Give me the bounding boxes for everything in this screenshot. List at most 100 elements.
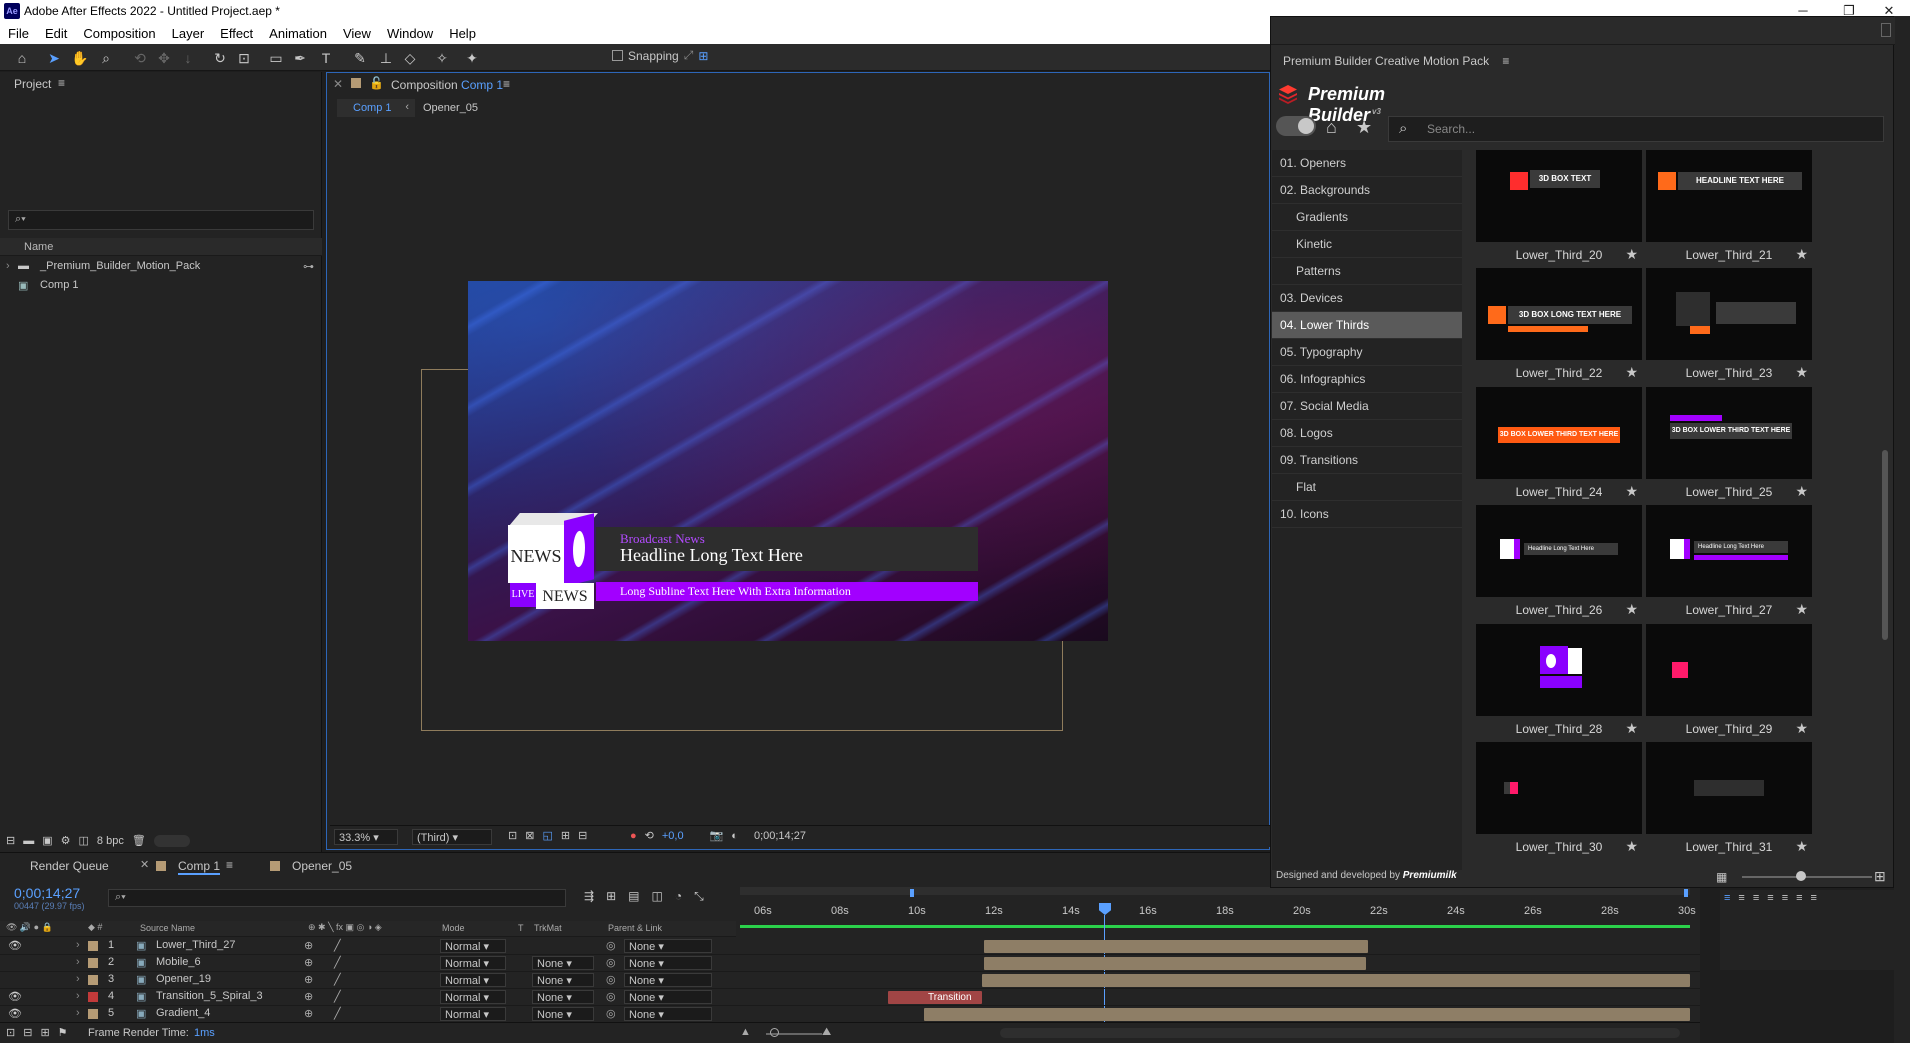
layer-label-color[interactable] — [88, 1009, 98, 1019]
grid-icon[interactable]: ⊟ — [578, 829, 587, 842]
in-out-icon[interactable]: ⊞ — [40, 1026, 49, 1039]
align-center-icon[interactable]: ≡ — [1738, 892, 1744, 904]
panel-menu-icon[interactable]: ≡ — [58, 76, 65, 90]
layer-name[interactable]: Opener_19 — [156, 973, 211, 985]
template-card-lower-third-29[interactable]: Lower_Third_29 ★ — [1646, 624, 1812, 742]
blend-mode-dropdown[interactable]: Normal ▾ — [440, 939, 506, 953]
parent-dropdown[interactable]: None ▾ — [624, 990, 712, 1004]
work-area-bar[interactable] — [740, 887, 1690, 895]
puppet-tool-icon[interactable]: ✦ — [462, 48, 482, 68]
zoom-dropdown[interactable]: 33.3% ▾ — [334, 829, 398, 845]
favorite-star-icon[interactable]: ★ — [1625, 601, 1638, 618]
track-matte-dropdown[interactable]: None ▾ — [532, 990, 594, 1004]
layer-label-color[interactable] — [88, 975, 98, 985]
template-card-lower-third-24[interactable]: 3D BOX LOWER THIRD TEXT HERE Lower_Third… — [1476, 387, 1642, 505]
layer-label-color[interactable] — [88, 941, 98, 951]
project-name-column-header[interactable]: Name — [0, 238, 322, 256]
parent-dropdown[interactable]: None ▾ — [624, 956, 712, 970]
shy-switch-icon[interactable]: ⊕ — [304, 990, 313, 1003]
category-flat[interactable]: Flat — [1272, 474, 1462, 501]
shy-layers-icon[interactable]: ▤ — [628, 889, 639, 904]
category-openers[interactable]: 01. Openers — [1272, 150, 1462, 177]
track-matte-dropdown[interactable]: None ▾ — [532, 956, 594, 970]
expand-arrow-icon[interactable]: › — [76, 990, 80, 1002]
close-panel-icon[interactable]: ✕ — [333, 77, 343, 91]
layer-row-3[interactable]: › 3 ▣ Opener_19 ⊕ ╱ Normal ▾ None ▾ ◎ No… — [0, 972, 1700, 989]
template-card-lower-third-20[interactable]: 3D BOX TEXT Lower_Third_20 ★ — [1476, 150, 1642, 268]
home-icon[interactable]: ⌂ — [1326, 117, 1337, 138]
zoom-in-icon[interactable]: ⛰ — [822, 1026, 831, 1039]
category-infographics[interactable]: 06. Infographics — [1272, 366, 1462, 393]
expand-arrow-icon[interactable]: › — [76, 939, 80, 951]
menu-edit[interactable]: Edit — [45, 26, 67, 41]
shy-switch-icon[interactable]: ⊕ — [304, 939, 313, 952]
transparency-grid-icon[interactable]: ⊠ — [525, 829, 534, 842]
track-matte-dropdown[interactable]: None ▾ — [532, 1007, 594, 1021]
category-patterns[interactable]: Patterns — [1272, 258, 1462, 285]
shy-switch-icon[interactable]: ⊕ — [304, 956, 313, 969]
bit-depth-icon[interactable]: ◫ — [79, 834, 89, 847]
category-transitions[interactable]: 09. Transitions — [1272, 447, 1462, 474]
brush-tool-icon[interactable]: ✎ — [350, 48, 370, 68]
template-grid-scrollbar[interactable] — [1882, 450, 1888, 640]
snapping-checkbox[interactable] — [612, 50, 623, 61]
transition-layer-bar[interactable]: Transition — [888, 991, 982, 1004]
layer-name[interactable]: Lower_Third_27 — [156, 939, 236, 951]
category-logos[interactable]: 08. Logos — [1272, 420, 1462, 447]
grid-view-small-icon[interactable]: ▦ — [1716, 870, 1727, 884]
template-card-lower-third-26[interactable]: Headline Long Text Here Lower_Third_26 ★ — [1476, 505, 1642, 623]
zoom-out-icon[interactable]: ▲ — [740, 1026, 751, 1038]
favorite-star-icon[interactable]: ★ — [1795, 838, 1808, 855]
favorite-star-icon[interactable]: ★ — [1795, 364, 1808, 381]
snap-features-icon[interactable]: ⊞ — [698, 49, 708, 63]
clone-stamp-tool-icon[interactable]: ⊥ — [376, 48, 396, 68]
rectangle-tool-icon[interactable]: ▭ — [266, 48, 286, 68]
thumbnail-size-knob[interactable] — [1796, 871, 1806, 881]
layer-name[interactable]: Transition_5_Spiral_3 — [156, 990, 263, 1002]
layer-name[interactable]: Mobile_6 — [156, 956, 201, 968]
mode-header[interactable]: Mode — [442, 923, 465, 933]
resolution-dropdown[interactable]: (Third) ▾ — [412, 829, 492, 845]
template-card-lower-third-25[interactable]: 3D BOX LOWER THIRD TEXT HERE Lower_Third… — [1646, 387, 1812, 505]
thumbnail-slider[interactable] — [153, 834, 190, 847]
blend-mode-dropdown[interactable]: Normal ▾ — [440, 990, 506, 1004]
delete-icon[interactable]: 🗑 — [132, 834, 146, 847]
snapping-toggle[interactable]: Snapping ⤢ ⊞ — [612, 48, 708, 63]
favorite-star-icon[interactable]: ★ — [1625, 483, 1638, 500]
category-gradients[interactable]: Gradients — [1272, 204, 1462, 231]
layer-row-5[interactable]: 👁 › 5 ▣ Gradient_4 ⊕ ╱ Normal ▾ None ▾ ◎… — [0, 1006, 1700, 1023]
viewer-timecode[interactable]: 0;00;14;27 — [754, 830, 806, 842]
parent-header[interactable]: Parent & Link — [608, 923, 662, 933]
exposure-value[interactable]: +0,0 — [662, 830, 684, 842]
project-tab[interactable]: Project — [14, 77, 51, 91]
theme-toggle[interactable] — [1276, 116, 1316, 136]
new-composition-icon[interactable]: ▣ — [42, 834, 52, 847]
orbit-tool-icon[interactable]: ⟲ — [130, 48, 150, 68]
justify-all-icon[interactable]: ≡ — [1811, 892, 1817, 904]
zoom-tool-icon[interactable]: ⌕ — [96, 48, 116, 68]
pen-tool-icon[interactable]: ✒ — [290, 48, 310, 68]
layer-row-1[interactable]: 👁 › 1 ▣ Lower_Third_27 ⊕ ╱ Normal ▾ ◎ No… — [0, 938, 1700, 955]
layer-name[interactable]: Gradient_4 — [156, 1007, 210, 1019]
show-snapshot-icon[interactable]: ◐ — [731, 830, 738, 842]
current-timecode[interactable]: 0;00;14;27 — [14, 885, 80, 901]
visibility-eye-icon[interactable]: 👁 — [8, 939, 22, 952]
quality-switch-icon[interactable]: ╱ — [334, 956, 341, 969]
expand-arrow-icon[interactable]: › — [6, 260, 18, 272]
layer-search-input[interactable]: ⌕▾ — [108, 889, 566, 907]
template-card-lower-third-22[interactable]: 3D BOX LONG TEXT HERE Lower_Third_22 ★ — [1476, 268, 1642, 386]
blend-mode-dropdown[interactable]: Normal ▾ — [440, 973, 506, 987]
parent-dropdown[interactable]: None ▾ — [624, 1007, 712, 1021]
category-social-media[interactable]: 07. Social Media — [1272, 393, 1462, 420]
project-settings-icon[interactable]: ⚙ — [61, 834, 71, 847]
layer-row-4[interactable]: 👁 › 4 ▣ Transition_5_Spiral_3 ⊕ ╱ Normal… — [0, 989, 1700, 1006]
interpret-footage-icon[interactable]: ⊟ — [6, 834, 15, 847]
template-card-lower-third-28[interactable]: Lower_Third_28 ★ — [1476, 624, 1642, 742]
layer-label-color[interactable] — [88, 958, 98, 968]
channels-icon[interactable]: ● — [630, 830, 637, 842]
snapshot-icon[interactable]: 📷 — [710, 829, 724, 842]
blend-mode-dropdown[interactable]: Normal ▾ — [440, 1007, 506, 1021]
quality-switch-icon[interactable]: ╱ — [334, 939, 341, 952]
composition-tab[interactable]: Composition Comp 1 — [391, 78, 503, 92]
template-card-lower-third-27[interactable]: Headline Long Text Here Lower_Third_27 ★ — [1646, 505, 1812, 623]
